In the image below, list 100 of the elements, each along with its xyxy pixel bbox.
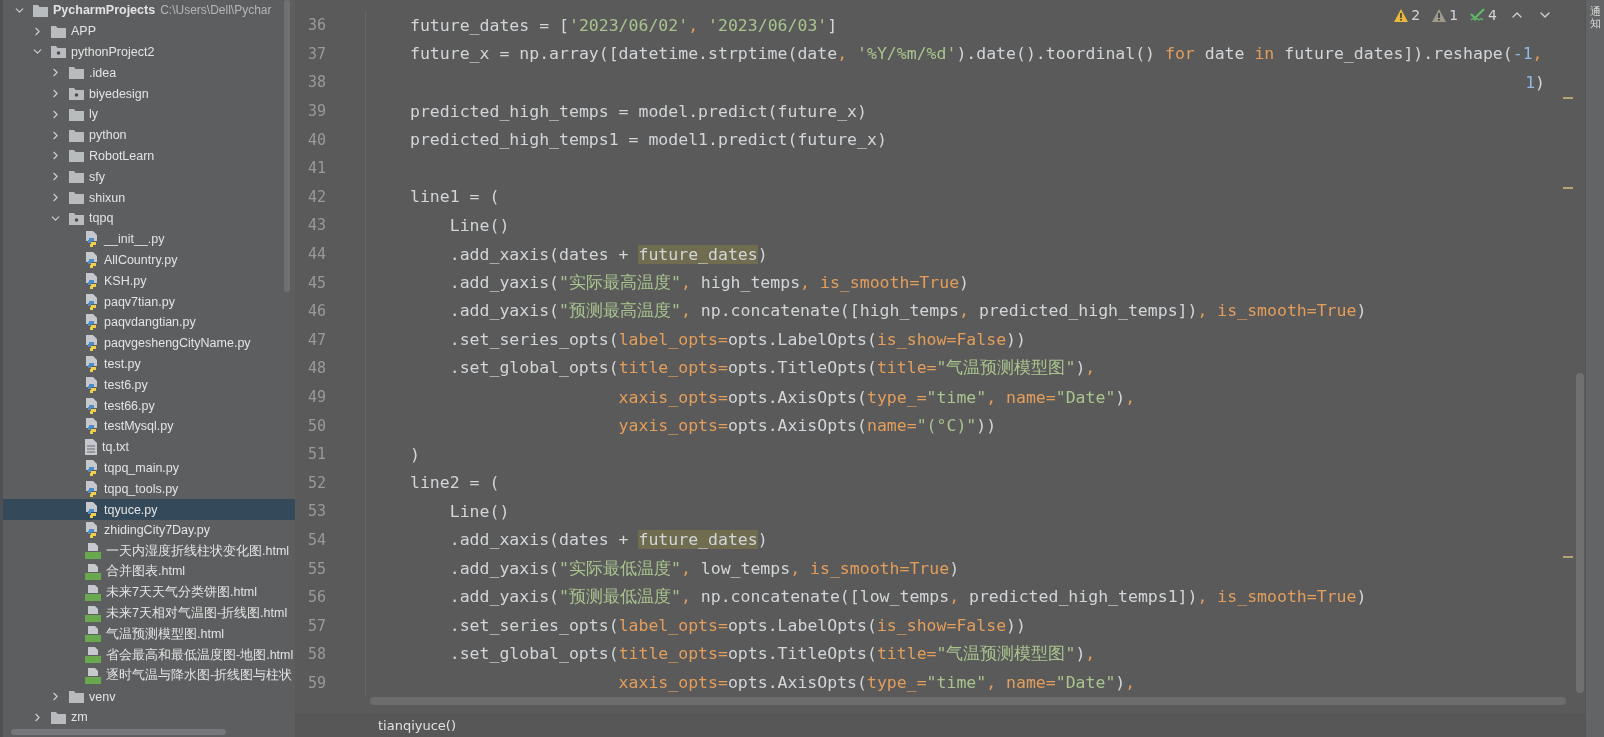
- breadcrumb-item[interactable]: tianqiyuce(): [378, 717, 456, 733]
- item-name: paqvgeshengCityName.py: [104, 336, 251, 351]
- line-number: 55: [307, 559, 326, 578]
- folder-icon: [69, 107, 84, 121]
- tree-item[interactable]: test.py: [3, 353, 295, 375]
- item-name: 一天内湿度折线柱状变化图.html: [106, 542, 290, 560]
- item-name: test66.py: [104, 398, 155, 413]
- code-line: .add_xaxis(dates + future_dates): [449, 244, 768, 264]
- item-name: tq.txt: [102, 440, 130, 455]
- folder-icon: [33, 3, 48, 17]
- tree-item[interactable]: 逐时气温与降水图-折线图与柱状: [3, 665, 295, 687]
- folder-icon: [51, 711, 66, 724]
- module-folder-icon: [69, 211, 84, 225]
- code-line: predicted_high_temps = model.predict(future_x): [410, 101, 867, 121]
- tree-item[interactable]: tqyuce.py: [3, 499, 295, 520]
- folder-icon: [69, 66, 84, 80]
- inspection-counter[interactable]: 2: [1394, 7, 1421, 23]
- line-number: 46: [307, 302, 326, 321]
- html-file-icon: [85, 647, 101, 664]
- item-name: ly: [89, 107, 99, 122]
- tree-item[interactable]: test66.py: [3, 395, 295, 416]
- code-line: Line(): [449, 501, 510, 521]
- code-line: .add_xaxis(dates + future_dates): [449, 530, 768, 550]
- tree-item[interactable]: paqvdangtian.py: [3, 311, 295, 333]
- item-name: testMysql.py: [104, 419, 174, 434]
- tree-item[interactable]: biyedesign: [3, 83, 295, 104]
- item-name: RobotLearn: [89, 148, 155, 163]
- python-file-icon: [85, 480, 99, 497]
- line-number: 37: [307, 44, 326, 63]
- code-line: future_dates = ['2023/06/02', '2023/06/03']: [410, 15, 838, 35]
- tree-item[interactable]: 省会最高和最低温度图-地图.html: [3, 644, 295, 666]
- line-number: 49: [307, 388, 326, 406]
- tree-item[interactable]: 合并图表.html: [3, 561, 295, 583]
- python-file-icon: [85, 522, 99, 539]
- python-file-icon: [85, 418, 99, 435]
- notifications-tab[interactable]: 通知: [1589, 6, 1601, 737]
- python-file-icon: [85, 335, 99, 352]
- tree-item[interactable]: __init__.py: [3, 228, 295, 250]
- item-name: 气温预测模型图.html: [106, 625, 225, 643]
- item-name: paqvdangtian.py: [104, 315, 196, 330]
- tree-item[interactable]: paqvgeshengCityName.py: [3, 332, 295, 354]
- tree-item[interactable]: 气温预测模型图.html: [3, 623, 295, 645]
- line-number: 58: [307, 645, 326, 664]
- tree-item[interactable]: AllCountry.py: [3, 249, 295, 271]
- tree-item[interactable]: tqpq_main.py: [3, 457, 295, 479]
- tree-item[interactable]: tq.txt: [3, 436, 295, 458]
- tree-item[interactable]: testMysql.py: [3, 415, 295, 437]
- scrollbar-thumb[interactable]: [1576, 373, 1584, 693]
- python-file-icon: [85, 272, 99, 289]
- item-name: tqpq: [89, 211, 114, 226]
- tree-item[interactable]: PycharmProjects C:\Users\Dell\Pychar: [3, 0, 295, 21]
- item-name: shixun: [89, 190, 126, 205]
- item-name: KSH.py: [104, 273, 147, 288]
- item-name: PycharmProjects: [53, 3, 156, 18]
- tree-item[interactable]: test6.py: [3, 374, 295, 396]
- tree-item[interactable]: APP: [3, 20, 295, 42]
- folder-icon: [69, 191, 84, 205]
- item-name: sfy: [89, 169, 105, 184]
- python-file-icon: [85, 355, 99, 372]
- item-name: 未来7天相对气温图-折线图.html: [106, 605, 288, 622]
- code-line: future_x = np.array([datetime.strptime(date, '%Y/%m/%d').date().toordinal() for date in future_dates]).reshape(-1,: [410, 44, 1543, 64]
- scrollbar-thumb[interactable]: [11, 729, 226, 735]
- code-line: line1 = (: [410, 187, 500, 207]
- python-file-icon: [85, 459, 99, 476]
- tree-item[interactable]: .idea: [3, 62, 295, 84]
- tree-item[interactable]: venv: [3, 686, 295, 708]
- python-file-icon: [85, 251, 99, 268]
- tree-item[interactable]: tqpq: [3, 207, 295, 229]
- code-line: xaxis_opts=opts.AxisOpts(type_="time", name="Date"),: [618, 387, 1136, 407]
- code-line: line2 = (: [410, 473, 500, 493]
- tree-item[interactable]: ly: [3, 104, 295, 125]
- html-file-icon: [85, 605, 101, 622]
- item-name: APP: [71, 24, 96, 39]
- tree-item[interactable]: zm: [3, 707, 295, 728]
- tree-item[interactable]: python: [3, 124, 295, 146]
- tree-item[interactable]: KSH.py: [3, 270, 295, 292]
- tree-item[interactable]: sfy: [3, 166, 295, 188]
- project-path: C:\Users\Dell\Pychar: [160, 3, 272, 18]
- tree-item[interactable]: 一天内湿度折线柱状变化图.html: [3, 540, 295, 562]
- line-number: 36: [307, 16, 326, 35]
- item-name: 未来7天天气分类饼图.html: [106, 584, 258, 602]
- tree-item[interactable]: 未来7天天气分类饼图.html: [3, 582, 295, 604]
- tree-item[interactable]: pythonProject2: [3, 41, 295, 63]
- code-line: ): [410, 444, 420, 464]
- tree-item[interactable]: paqv7tian.py: [3, 291, 295, 312]
- tree-item[interactable]: 未来7天相对气温图-折线图.html: [3, 603, 295, 624]
- code-line: 1): [1525, 73, 1545, 92]
- tree-item[interactable]: zhidingCity7Day.py: [3, 519, 295, 541]
- tree-item[interactable]: shixun: [3, 187, 295, 208]
- html-file-icon: [85, 563, 101, 580]
- tree-item[interactable]: RobotLearn: [3, 145, 295, 167]
- inspection-counter[interactable]: 4: [1470, 7, 1497, 23]
- line-number: 38: [307, 73, 326, 92]
- warning-icon: [1394, 8, 1409, 22]
- line-number: 44: [307, 245, 326, 264]
- inspection-counter[interactable]: 1: [1432, 7, 1459, 23]
- code-line: Line(): [449, 215, 510, 235]
- tree-item[interactable]: tqpq_tools.py: [3, 478, 295, 500]
- text-file-icon: [85, 439, 97, 456]
- line-number: 59: [307, 673, 326, 692]
